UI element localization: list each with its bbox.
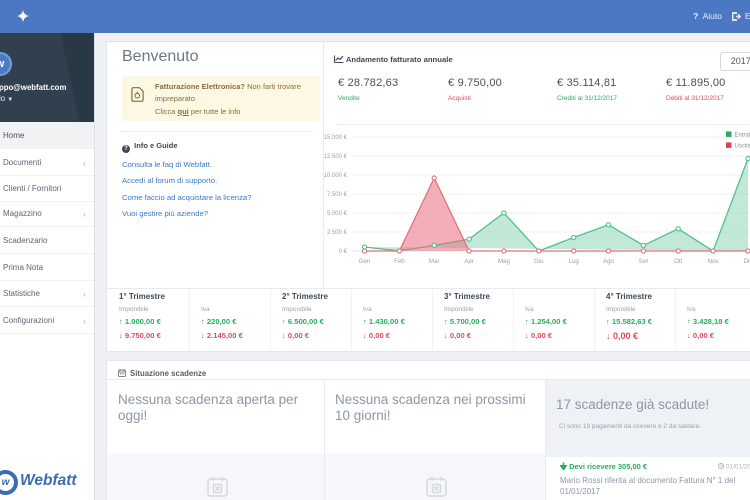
svg-text:Giu: Giu <box>534 258 544 265</box>
svg-text:2.500 €: 2.500 € <box>327 230 348 236</box>
svg-text:Entrate: Entrate <box>735 133 750 139</box>
svg-text:7.500 €: 7.500 € <box>327 192 348 198</box>
svg-text:Ago: Ago <box>603 258 615 265</box>
svg-text:Feb: Feb <box>394 258 405 265</box>
svg-text:Ott: Ott <box>674 258 683 265</box>
svg-text:0 €: 0 € <box>339 249 348 255</box>
svg-text:Mag: Mag <box>498 258 511 265</box>
svg-text:15.000 €: 15.000 € <box>324 135 348 141</box>
svg-text:Gen: Gen <box>359 258 371 265</box>
svg-text:5.000 €: 5.000 € <box>327 211 348 217</box>
svg-text:12.500 €: 12.500 € <box>324 154 348 160</box>
svg-text:Uscite: Uscite <box>735 144 750 150</box>
svg-text:Lug: Lug <box>569 258 580 265</box>
svg-text:Nov: Nov <box>708 258 720 265</box>
svg-text:Dic: Dic <box>744 258 750 265</box>
svg-text:Apr: Apr <box>464 258 474 265</box>
svg-text:10.000 €: 10.000 € <box>324 173 348 179</box>
svg-text:Mar: Mar <box>429 258 440 265</box>
svg-text:Set: Set <box>639 258 649 265</box>
